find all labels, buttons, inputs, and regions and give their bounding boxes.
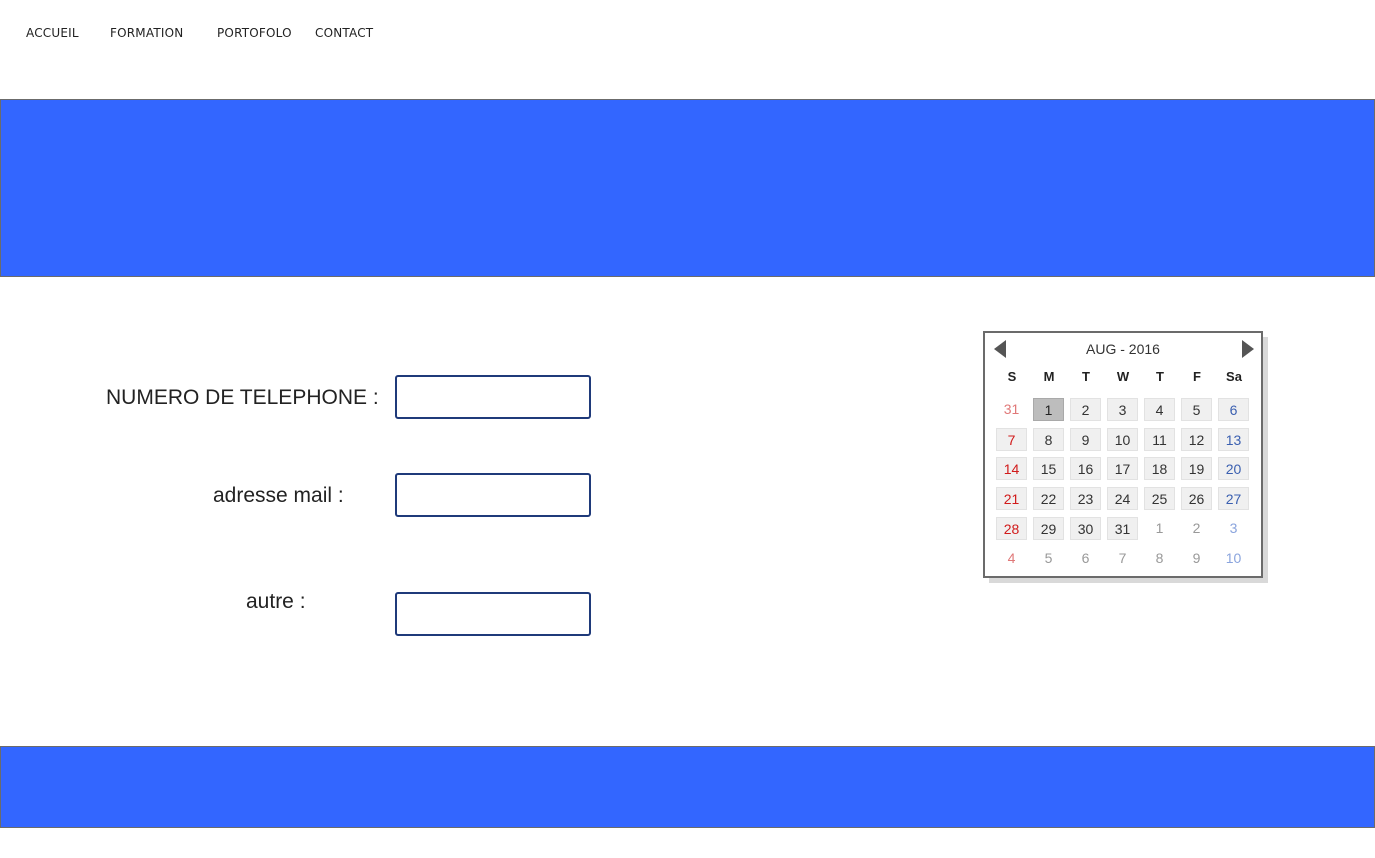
calendar-week-row: 31 1 2 3 4 5 6 <box>996 395 1255 425</box>
calendar-day[interactable]: 6 <box>1218 397 1249 421</box>
calendar-day[interactable]: 15 <box>1033 457 1064 481</box>
calendar-day[interactable]: 25 <box>1144 487 1175 511</box>
phone-input[interactable] <box>395 375 591 419</box>
calendar-weekday-header: W <box>1116 369 1130 384</box>
calendar-day[interactable]: 20 <box>1218 457 1249 481</box>
calendar-day[interactable]: 26 <box>1181 487 1212 511</box>
calendar-week-row: 4 5 6 7 8 9 10 <box>996 544 1255 574</box>
calendar-day[interactable]: 29 <box>1033 516 1064 540</box>
calendar-day[interactable]: 14 <box>996 457 1027 481</box>
calendar-day[interactable]: 7 <box>996 427 1027 451</box>
calendar-weekday-header: Sa <box>1226 369 1242 384</box>
calendar-day[interactable]: 5 <box>1033 547 1064 570</box>
calendar-day[interactable]: 11 <box>1144 427 1175 451</box>
phone-label: NUMERO DE TELEPHONE : <box>106 386 379 409</box>
header-banner <box>0 99 1375 277</box>
calendar-day[interactable]: 9 <box>1070 427 1101 451</box>
calendar-day[interactable]: 19 <box>1181 457 1212 481</box>
calendar-week-row: 21 22 23 24 25 26 27 <box>996 484 1255 514</box>
nav-link-portofolo[interactable]: PORTOFOLO <box>217 26 292 40</box>
calendar-week-row: 28 29 30 31 1 2 3 <box>996 514 1255 544</box>
calendar-week-row: 7 8 9 10 11 12 13 <box>996 425 1255 455</box>
calendar-day[interactable]: 24 <box>1107 487 1138 511</box>
calendar-day[interactable]: 1 <box>1033 397 1064 421</box>
calendar-day[interactable]: 9 <box>1181 547 1212 570</box>
calendar-weekday-header: S <box>1007 369 1017 384</box>
footer-banner <box>0 746 1375 828</box>
email-label: adresse mail : <box>213 484 344 507</box>
calendar-day[interactable]: 10 <box>1218 547 1249 570</box>
top-nav: ACCUEIL FORMATION PORTOFOLO CONTACT <box>0 0 1375 60</box>
calendar-day[interactable]: 3 <box>1218 517 1249 540</box>
calendar-day[interactable]: 21 <box>996 487 1027 511</box>
calendar-day[interactable]: 17 <box>1107 457 1138 481</box>
nav-link-formation[interactable]: FORMATION <box>110 26 183 40</box>
nav-link-accueil[interactable]: ACCUEIL <box>26 26 79 40</box>
calendar-day[interactable]: 2 <box>1070 397 1101 421</box>
calendar-day[interactable]: 3 <box>1107 397 1138 421</box>
calendar-day[interactable]: 18 <box>1144 457 1175 481</box>
nav-link-contact[interactable]: CONTACT <box>315 26 373 40</box>
calendar-day[interactable]: 13 <box>1218 427 1249 451</box>
calendar-day[interactable]: 8 <box>1144 547 1175 570</box>
calendar-grid: S M T W T F Sa 31 1 2 3 4 5 6 7 8 9 10 11 12 13 14 15 16 17 18 19… <box>996 365 1255 574</box>
email-input[interactable] <box>395 473 591 517</box>
calendar-day[interactable]: 28 <box>996 516 1027 540</box>
calendar-weekday-row: S M T W T F Sa <box>996 365 1255 395</box>
calendar-day[interactable]: 16 <box>1070 457 1101 481</box>
calendar-day[interactable]: 8 <box>1033 427 1064 451</box>
calendar-day[interactable]: 27 <box>1218 487 1249 511</box>
other-label: autre : <box>246 590 306 613</box>
calendar-week-row: 14 15 16 17 18 19 20 <box>996 454 1255 484</box>
calendar-weekday-header: T <box>1082 369 1090 384</box>
calendar-weekday-header: T <box>1156 369 1164 384</box>
calendar-day[interactable]: 2 <box>1181 517 1212 540</box>
calendar-day[interactable]: 6 <box>1070 547 1101 570</box>
calendar-day[interactable]: 31 <box>1107 516 1138 540</box>
calendar-widget: AUG - 2016 S M T W T F Sa 31 1 2 3 4 5 6 7 8 9 10 11 12 13 1… <box>983 331 1263 578</box>
calendar-day[interactable]: 12 <box>1181 427 1212 451</box>
triangle-right-icon[interactable] <box>1242 340 1254 358</box>
calendar-day[interactable]: 22 <box>1033 487 1064 511</box>
other-input[interactable] <box>395 592 591 636</box>
calendar-day[interactable]: 23 <box>1070 487 1101 511</box>
calendar-day[interactable]: 4 <box>996 547 1027 570</box>
calendar-weekday-header: F <box>1193 369 1201 384</box>
calendar-day[interactable]: 1 <box>1144 517 1175 540</box>
calendar-day[interactable]: 5 <box>1181 397 1212 421</box>
calendar-day[interactable]: 4 <box>1144 397 1175 421</box>
calendar-month-title: AUG - 2016 <box>1086 341 1160 357</box>
calendar-day[interactable]: 31 <box>996 398 1027 421</box>
page: ACCUEIL FORMATION PORTOFOLO CONTACT NUME… <box>0 0 1375 858</box>
calendar-day[interactable]: 10 <box>1107 427 1138 451</box>
calendar-day[interactable]: 30 <box>1070 516 1101 540</box>
calendar-day[interactable]: 7 <box>1107 547 1138 570</box>
calendar-weekday-header: M <box>1043 369 1055 384</box>
